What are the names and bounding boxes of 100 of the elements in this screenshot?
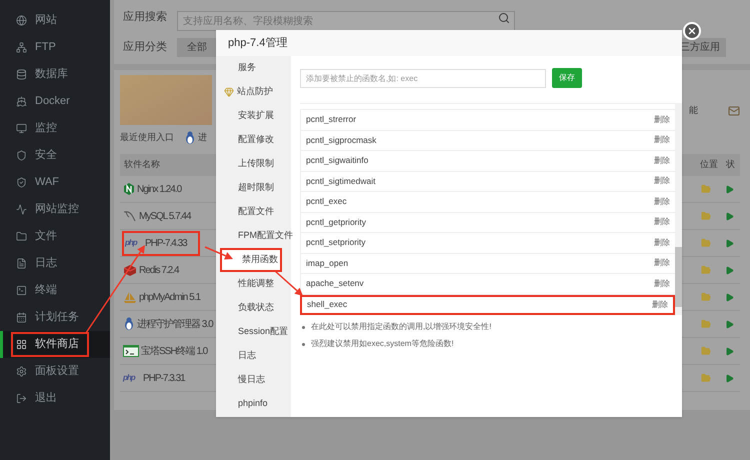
sidebar-item[interactable]: 面板设置 <box>0 358 110 385</box>
function-input[interactable]: 添加要被禁止的函数名,如: exec <box>300 68 546 88</box>
folder-icon[interactable] <box>701 346 711 356</box>
hexagon-logo-icon <box>123 183 135 195</box>
sidebar-item[interactable]: 网站监控 <box>0 196 110 223</box>
save-button[interactable]: 保存 <box>552 68 582 88</box>
terminal-icon <box>123 345 139 357</box>
sidebar-item[interactable]: 数据库 <box>0 61 110 88</box>
search-icon <box>498 12 510 24</box>
menu-item[interactable]: 日志 <box>216 344 291 368</box>
recent-label: 最近使用入口 <box>120 131 174 144</box>
menu-item[interactable]: 超时限制 <box>216 176 291 200</box>
sidebar-item[interactable]: 网站 <box>0 7 110 34</box>
software-name-cell-text: php PHP-7.3.31 <box>122 371 185 386</box>
menu-item[interactable]: 配置修改 <box>216 128 291 152</box>
sidebar-item[interactable]: WAF <box>0 169 110 196</box>
sidebar-item[interactable]: 软件商店 <box>0 331 110 358</box>
function-name: apache_setenv <box>306 277 364 290</box>
menu-item[interactable]: 负载状态 <box>216 296 291 320</box>
function-name: imap_open <box>306 256 348 270</box>
annotation-arrow <box>204 246 233 260</box>
globe-icon <box>16 15 27 26</box>
sidebar-item[interactable]: 监控 <box>0 115 110 142</box>
play-icon[interactable] <box>725 346 734 356</box>
folder-icon[interactable] <box>701 292 711 302</box>
search-field[interactable]: 支持应用名称、字段模糊搜索 <box>177 11 515 31</box>
software-name-cell: Nginx 1.24.0 <box>122 176 182 202</box>
menu-item[interactable]: phpinfo <box>216 392 291 416</box>
menu-item[interactable]: 服务 <box>216 56 291 80</box>
function-name: pcntl_getpriority <box>306 216 366 229</box>
delete-link[interactable]: 删除 <box>654 216 670 228</box>
delete-link[interactable]: 删除 <box>654 278 670 290</box>
diamond-icon <box>224 87 234 97</box>
sidebar-item[interactable]: 日志 <box>0 250 110 277</box>
folder-icon[interactable] <box>701 319 711 329</box>
waf-icon <box>16 177 27 188</box>
menu-item[interactable]: 禁用函数 <box>220 248 282 272</box>
bullet-icon <box>302 326 305 328</box>
sidebar-item[interactable]: 安全 <box>0 142 110 169</box>
menu-item[interactable]: FPM配置文件 <box>216 224 291 248</box>
delete-link[interactable]: 删除 <box>652 298 668 311</box>
folder-icon[interactable] <box>701 184 711 194</box>
folder-icon[interactable] <box>701 238 711 248</box>
bullet-icon <box>302 342 305 346</box>
mail-icon <box>728 105 740 117</box>
sidebar-item[interactable]: 文件 <box>0 223 110 250</box>
terminal-icon <box>16 285 27 296</box>
menu-item[interactable]: 配置文件 <box>216 200 291 224</box>
column-header: 软件名称 <box>124 158 160 172</box>
logout-icon <box>16 393 27 404</box>
docker-icon <box>16 96 27 107</box>
play-icon[interactable] <box>725 184 734 194</box>
play-icon[interactable] <box>725 320 734 328</box>
function-name: pcntl_sigtimedwait <box>306 174 376 188</box>
software-name-cell: php PHP-7.4.33 <box>122 230 200 256</box>
sidebar-item[interactable]: Docker <box>0 88 110 115</box>
folder-icon <box>16 231 27 242</box>
sidebar-item[interactable]: 终端 <box>0 277 110 304</box>
column-header: 位置 <box>700 158 719 172</box>
play-icon[interactable] <box>725 238 734 248</box>
sidebar-item[interactable]: FTP <box>0 34 110 61</box>
category-button[interactable]: 全部 <box>177 38 217 56</box>
software-name-cell: Redis 7.2.4 <box>122 258 179 282</box>
banner-text: 能 <box>689 104 698 116</box>
play-icon[interactable] <box>725 212 734 220</box>
play-icon[interactable] <box>725 374 734 382</box>
sidebar-item[interactable]: 计划任务 <box>0 304 110 331</box>
delete-link[interactable]: 删除 <box>654 196 670 208</box>
close-icon <box>687 26 697 36</box>
note-text: 在此处可以禁用指定函数的调用,以增强环境安全性! <box>311 321 492 333</box>
function-name: pcntl_sigwaitinfo <box>306 154 368 168</box>
recent-link[interactable]: 进 <box>198 131 207 145</box>
calendar-icon <box>16 312 27 323</box>
delete-link[interactable]: 删除 <box>654 175 670 188</box>
menu-item[interactable]: Session配置 <box>216 320 291 344</box>
menu-item[interactable]: 安装扩展 <box>216 104 291 128</box>
function-name: shell_exec <box>307 298 348 312</box>
ftp-icon <box>16 42 27 53</box>
function-name: pcntl_exec <box>306 195 347 208</box>
menu-item[interactable]: 慢日志 <box>216 368 291 392</box>
folder-icon[interactable] <box>701 265 711 275</box>
play-icon[interactable] <box>725 292 734 302</box>
delete-link[interactable]: 删除 <box>654 236 670 249</box>
menu-item[interactable]: 站点防护 <box>216 80 291 104</box>
play-icon[interactable] <box>725 266 734 274</box>
folder-icon[interactable] <box>701 373 711 383</box>
software-name-cell: MySQL 5.7.44 <box>122 204 191 228</box>
sidebar-item[interactable]: 退出 <box>0 385 110 412</box>
settings-icon <box>16 366 27 377</box>
delete-link[interactable]: 删除 <box>654 134 670 146</box>
delete-link[interactable]: 删除 <box>654 154 670 167</box>
dialog-title: php-7.4管理 <box>228 36 288 51</box>
php-logo: php <box>123 372 136 384</box>
folder-icon[interactable] <box>701 211 711 221</box>
shield-icon <box>16 150 27 161</box>
column-header: 状 <box>726 158 736 172</box>
delete-link[interactable]: 删除 <box>654 257 670 270</box>
menu-item[interactable]: 性能调整 <box>216 272 291 296</box>
delete-link[interactable]: 删除 <box>654 114 670 126</box>
menu-item[interactable]: 上传限制 <box>216 152 291 176</box>
